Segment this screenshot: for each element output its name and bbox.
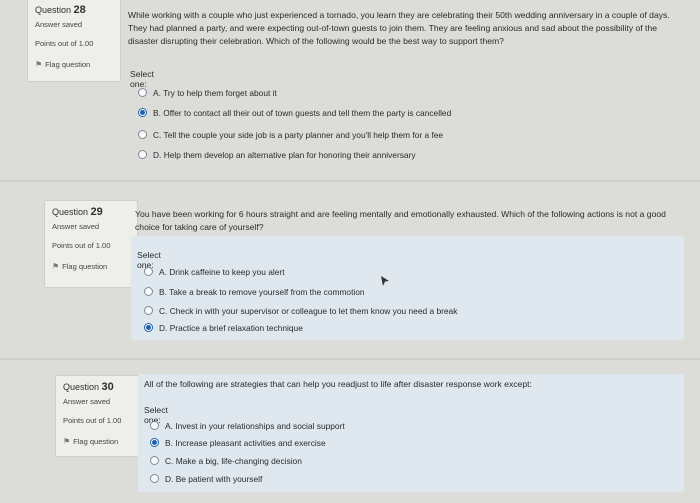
question-30-text: All of the following are strategies that… (144, 379, 532, 389)
question-28-option-d[interactable]: D. Help them develop an alternative plan… (138, 150, 416, 160)
flag-icon: ⚑ (52, 262, 60, 271)
radio-button[interactable] (150, 421, 159, 431)
question-28-option-c[interactable]: C. Tell the couple your side job is a pa… (138, 130, 443, 140)
question-29-option-b[interactable]: B. Take a break to remove yourself from … (144, 287, 365, 297)
question-30-points: Points out of 1.00 (63, 416, 122, 425)
question-30-option-b[interactable]: B. Increase pleasant activities and exer… (150, 438, 326, 448)
radio-button-selected[interactable] (150, 438, 159, 448)
question-29-info: Question 29 Answer saved Points out of 1… (44, 200, 138, 288)
mouse-cursor-icon (381, 276, 389, 286)
question-28-text: While working with a couple who just exp… (128, 10, 670, 46)
question-30-option-c[interactable]: C. Make a big, life-changing decision (150, 456, 302, 466)
question-divider (0, 180, 700, 182)
question-29-text: You have been working for 6 hours straig… (135, 209, 666, 232)
question-28-flag[interactable]: ⚑ Flag question (35, 60, 90, 69)
quiz-page: Question 28 Answer saved Points out of 1… (0, 0, 700, 503)
question-29-option-d[interactable]: D. Practice a brief relaxation technique (144, 323, 303, 333)
question-29-option-c[interactable]: C. Check in with your supervisor or coll… (144, 306, 457, 316)
question-30-option-d[interactable]: D. Be patient with yourself (150, 474, 262, 484)
question-30-flag[interactable]: ⚑ Flag question (63, 437, 118, 446)
radio-button-selected[interactable] (144, 323, 153, 333)
radio-button[interactable] (138, 88, 147, 98)
question-29-state: Answer saved (52, 222, 100, 231)
radio-button[interactable] (138, 150, 147, 160)
question-28-title: Question 28 (35, 4, 86, 16)
question-30-option-a[interactable]: A. Invest in your relationships and soci… (150, 421, 345, 431)
question-28-info: Question 28 Answer saved Points out of 1… (27, 0, 121, 82)
question-28-prompt: Select one: (130, 69, 154, 89)
radio-button[interactable] (144, 287, 153, 297)
question-30-state: Answer saved (63, 397, 111, 406)
question-28-option-b[interactable]: B. Offer to contact all their out of tow… (138, 108, 451, 118)
question-29-points: Points out of 1.00 (52, 241, 111, 250)
radio-button[interactable] (138, 130, 147, 140)
radio-button[interactable] (144, 306, 153, 316)
radio-button[interactable] (150, 456, 159, 466)
question-29-title: Question 29 (52, 206, 103, 218)
radio-button[interactable] (144, 267, 153, 277)
question-28-points: Points out of 1.00 (35, 39, 94, 48)
question-29-option-a[interactable]: A. Drink caffeine to keep you alert (144, 267, 285, 277)
radio-button-selected[interactable] (138, 108, 147, 118)
flag-icon: ⚑ (35, 60, 43, 69)
question-28-option-a[interactable]: A. Try to help them forget about it (138, 88, 277, 98)
radio-button[interactable] (150, 474, 159, 484)
flag-icon: ⚑ (63, 437, 71, 446)
question-divider (0, 358, 700, 360)
question-30-title: Question 30 (63, 381, 114, 393)
question-29-flag[interactable]: ⚑ Flag question (52, 262, 107, 271)
question-30-info: Question 30 Answer saved Points out of 1… (55, 375, 149, 457)
question-28-state: Answer saved (35, 20, 83, 29)
